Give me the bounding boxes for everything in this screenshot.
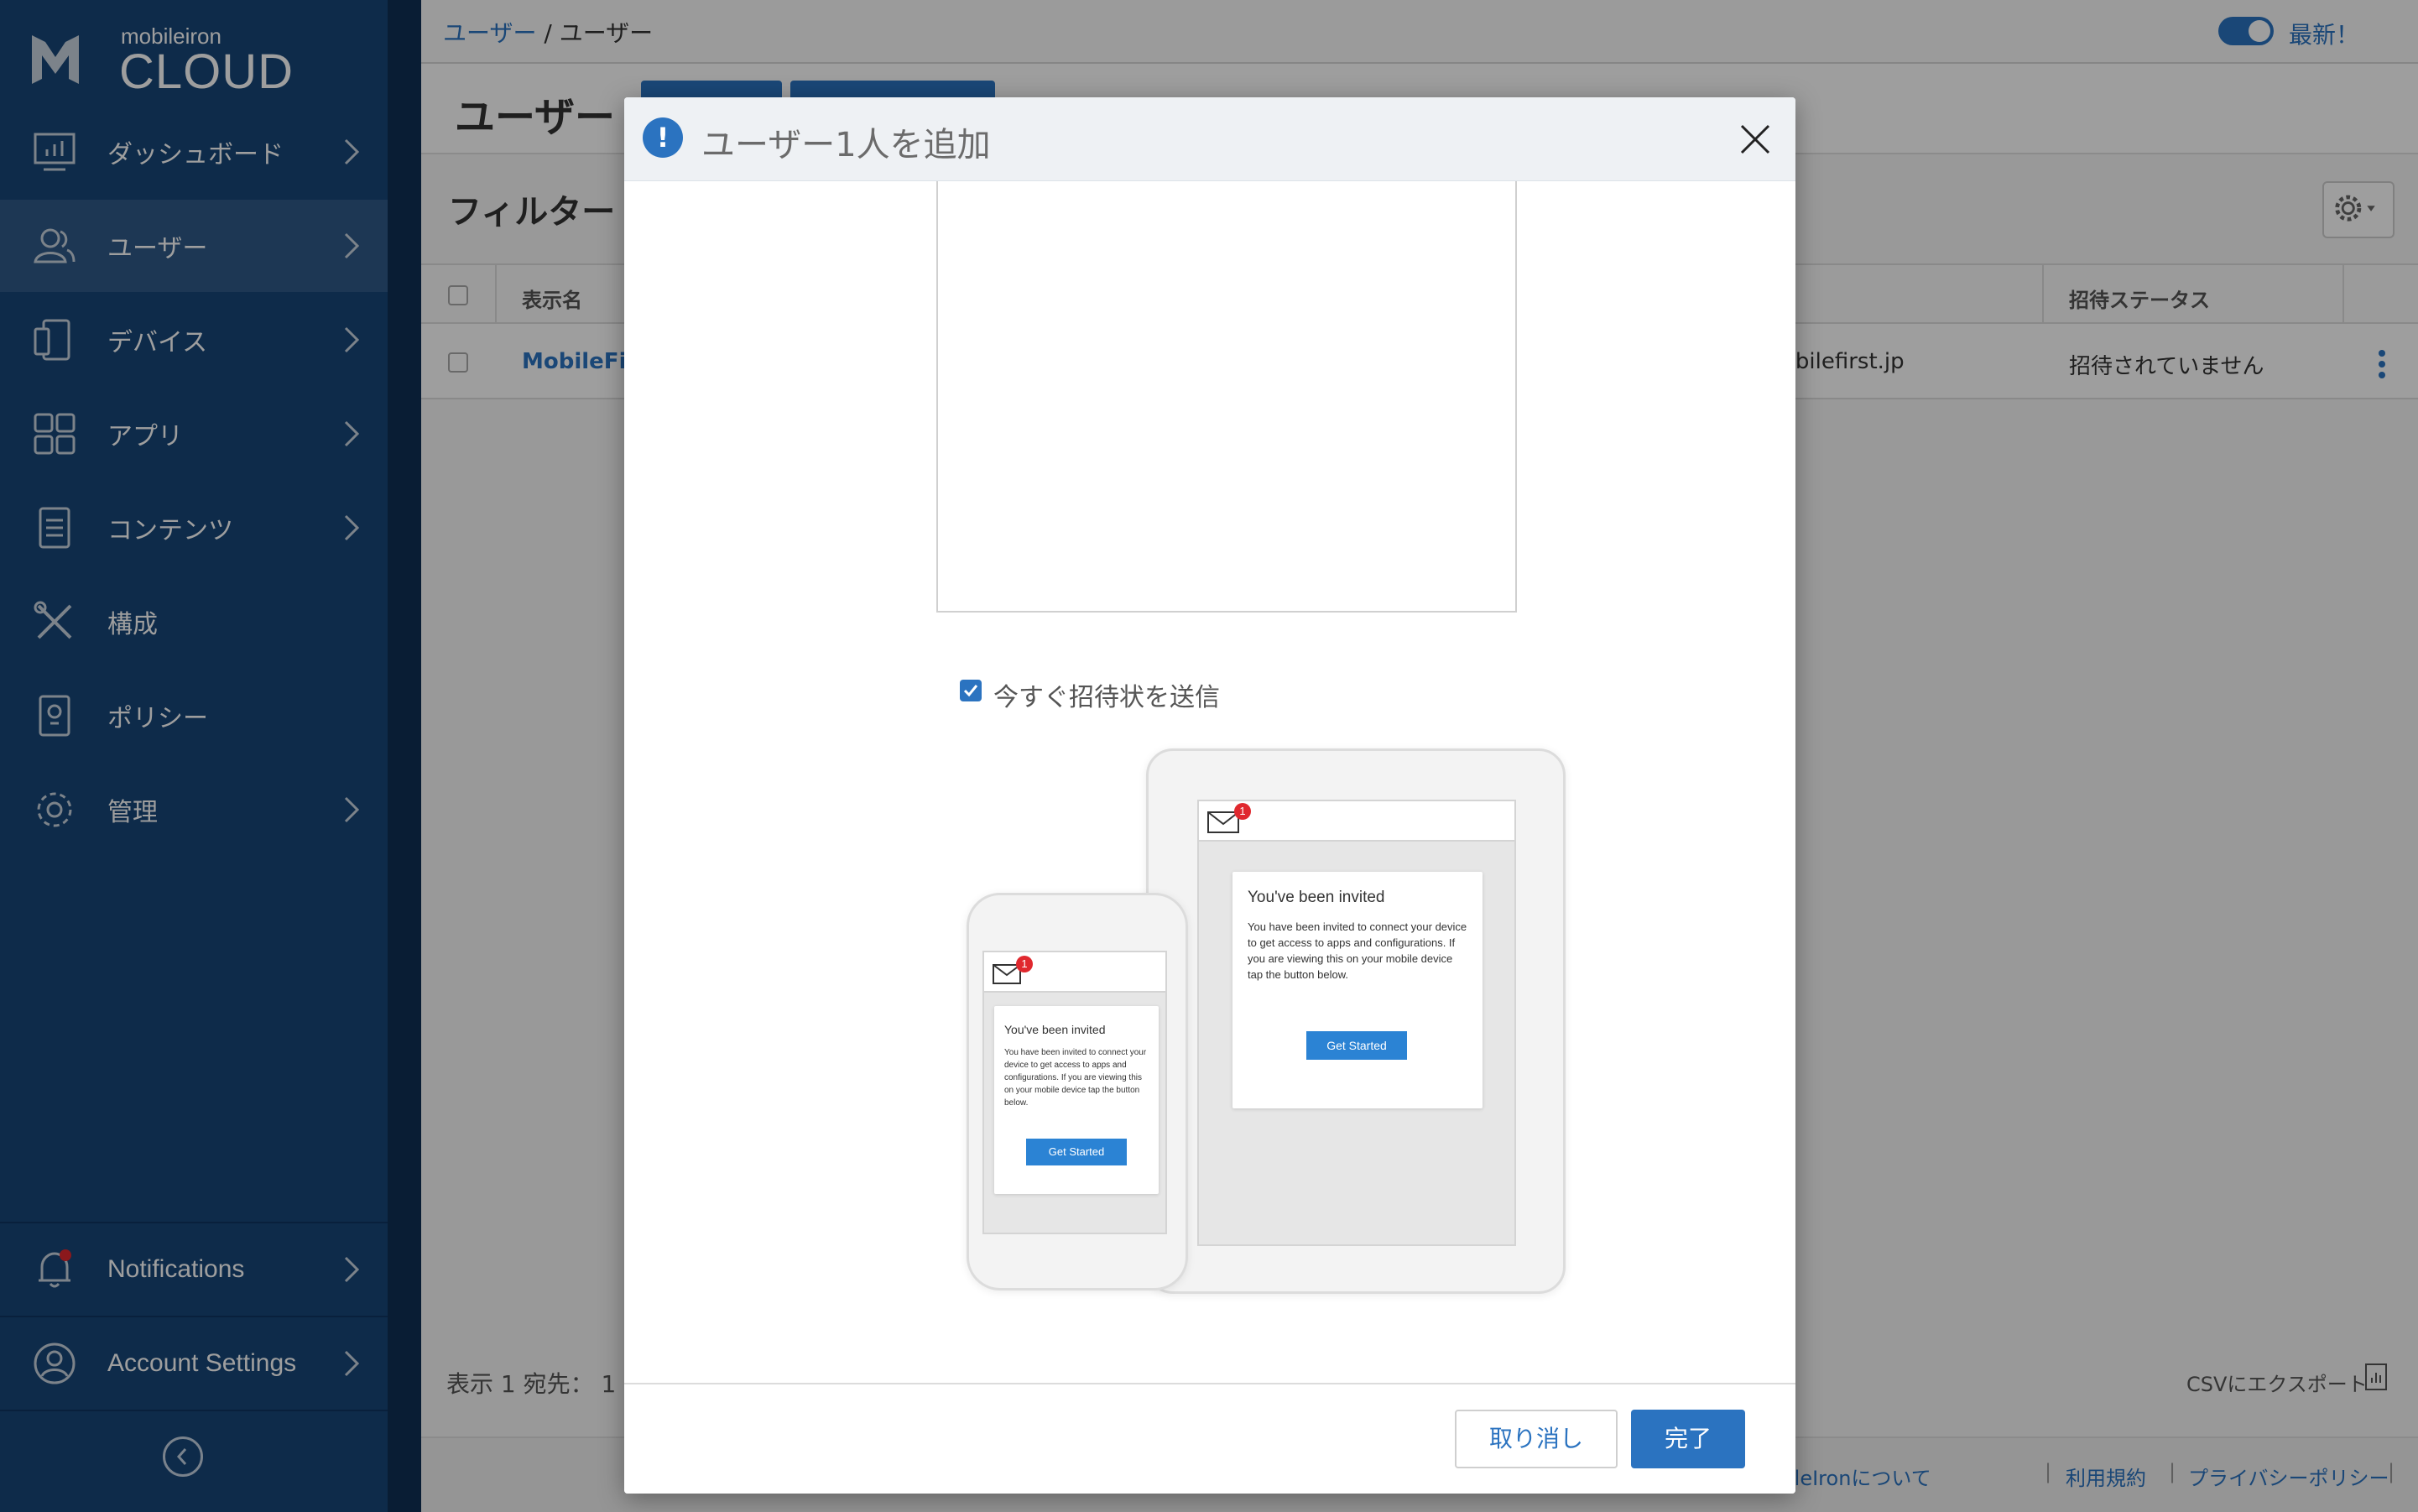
invite-card-title: You've been invited [1004,1023,1106,1036]
get-started-button-preview: Get Started [1306,1031,1407,1060]
phone-screen: 1 You've been invited You have been invi… [982,951,1167,1234]
invite-card-title: You've been invited [1248,889,1385,906]
dialog-header: ! ユーザー1人を追加 [624,97,1795,181]
tablet-device-illustration: 1 You've been invited You have been invi… [1146,748,1566,1294]
info-alert-icon: ! [643,117,683,158]
dialog-footer: 取り消し 完了 [624,1383,1795,1494]
invite-card-body: You have been invited to connect your de… [1248,920,1467,981]
invite-card: You've been invited You have been invite… [994,1006,1159,1194]
invitation-preview-illustration: 1 You've been invited You have been invi… [951,748,1566,1302]
cancel-button[interactable]: 取り消し [1455,1410,1618,1468]
send-invite-checkbox[interactable] [960,680,982,701]
dialog-title: ユーザー1人を追加 [701,126,991,164]
invitation-message-textarea[interactable] [936,181,1517,613]
notification-badge: 1 [1234,803,1251,820]
send-invite-label: 今すぐ招待状を送信 [993,683,1220,712]
add-user-dialog: ! ユーザー1人を追加 今すぐ招待状を送信 1 You've been invi… [624,97,1795,1494]
get-started-button-preview: Get Started [1026,1139,1127,1165]
done-button[interactable]: 完了 [1631,1410,1745,1468]
close-icon[interactable] [1737,121,1774,158]
tablet-screen: 1 You've been invited You have been invi… [1197,800,1516,1246]
tablet-mail-bar: 1 [1199,801,1514,842]
phone-mail-bar: 1 [984,952,1165,993]
checkmark-icon [963,685,978,697]
invite-card: You've been invited You have been invite… [1232,872,1483,1108]
phone-device-illustration: 1 You've been invited You have been invi… [967,893,1188,1290]
notification-badge: 1 [1016,956,1033,972]
invite-card-body: You have been invited to connect your de… [1004,1048,1147,1108]
